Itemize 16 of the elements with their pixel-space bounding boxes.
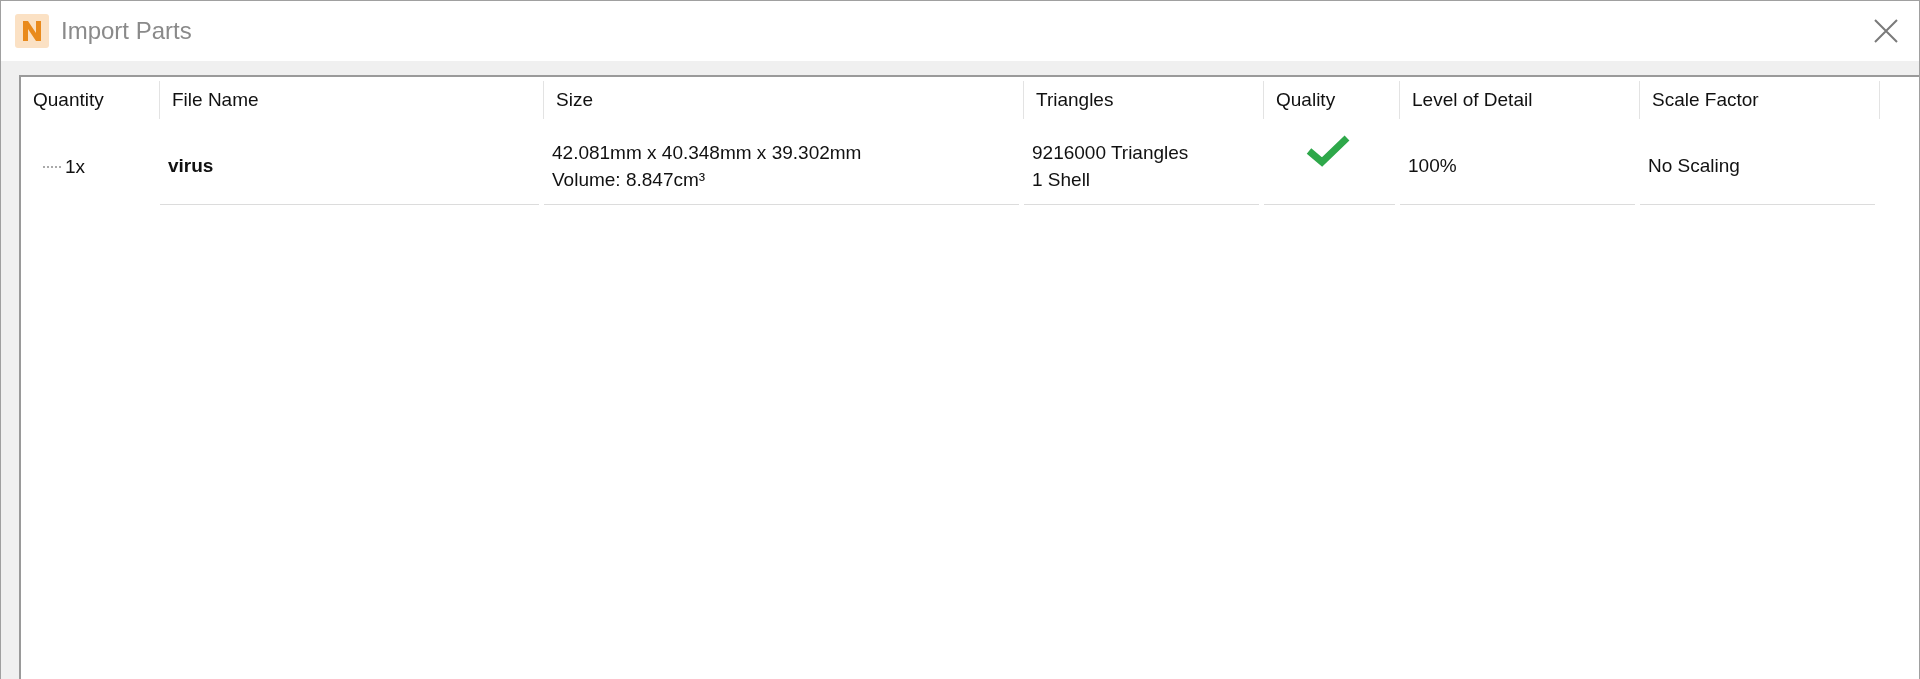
scale-factor-cell: No Scaling [1640,123,1875,205]
file-name-cell: virus [160,123,539,205]
column-header[interactable]: Triangles [1024,81,1264,119]
column-header[interactable]: Level of Detail [1400,81,1640,119]
column-header[interactable]: Size [544,81,1024,119]
app-logo-icon [15,14,49,48]
tree-line [43,166,61,168]
window-title: Import Parts [61,17,193,45]
quantity-cell-text: 1x [65,154,86,179]
triangles-cell: 9216000 Triangles 1 Shell [1024,123,1259,205]
column-header[interactable]: Quality [1264,81,1400,119]
size-cell: 42.081mm x 40.348mm x 39.302mm Volume: 8.847cm³ [544,123,1019,205]
level-of-detail-cell: 100% [1400,123,1635,205]
column-header[interactable]: Scale Factor [1640,81,1880,119]
column-header[interactable]: File Name [160,81,544,119]
column-header[interactable]: Quantity [21,81,160,119]
